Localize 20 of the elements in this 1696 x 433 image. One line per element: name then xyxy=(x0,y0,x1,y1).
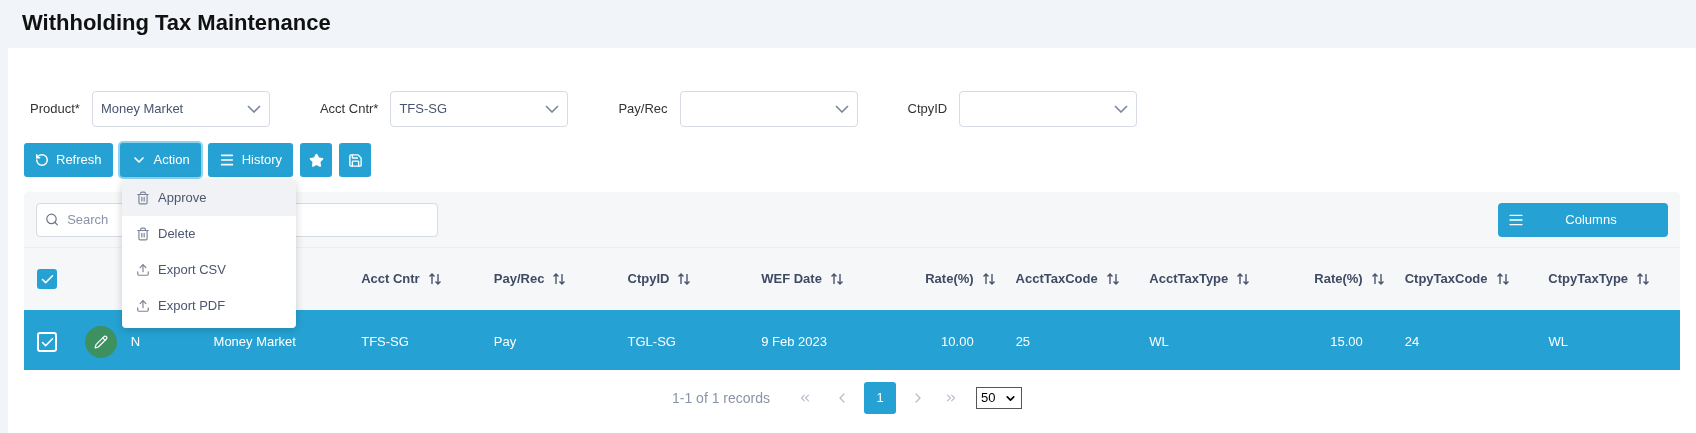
select-value: TFS-SG xyxy=(399,99,448,118)
page-title: Withholding Tax Maintenance xyxy=(21,9,332,37)
records-summary: 1-1 of 1 records xyxy=(672,388,771,408)
table-cell-text: 25 xyxy=(1015,333,1031,352)
filter-label: Pay/Rec xyxy=(618,99,668,118)
table-cell-text: 9 Feb 2023 xyxy=(761,333,827,352)
table-cell-text: TFS-SG xyxy=(361,333,409,352)
table-cell-text: WL xyxy=(1149,333,1169,352)
filter-label: Acct Cntr* xyxy=(319,99,379,118)
filter-label: Product* xyxy=(30,99,80,118)
table-cell-text: 24 xyxy=(1404,333,1420,352)
table-cell-text: WL xyxy=(1548,333,1568,352)
table-cell-text: 10.00 xyxy=(941,333,974,352)
select-value: Money Market xyxy=(100,99,184,118)
filter-label: CtpyID xyxy=(907,99,948,118)
table-cell: N xyxy=(130,334,141,350)
table-cell-text: 15.00 xyxy=(1330,333,1363,352)
table-cell-text: TGL-SG xyxy=(627,333,676,352)
table-cell-text: Pay xyxy=(493,333,517,352)
table-cell: Money Market xyxy=(213,334,296,350)
